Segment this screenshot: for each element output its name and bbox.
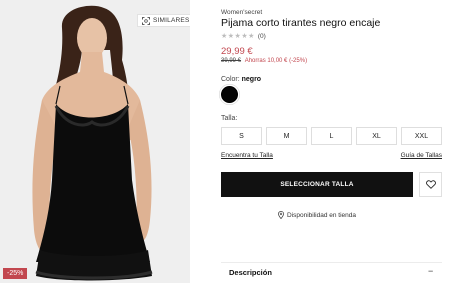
size-option-l[interactable]: L <box>311 127 352 145</box>
rating[interactable]: ★★★★★ (0) <box>221 32 266 41</box>
size-option-m[interactable]: M <box>266 127 307 145</box>
similar-button[interactable]: SIMILARES <box>137 14 190 27</box>
collapse-icon[interactable]: − <box>428 266 433 276</box>
size-option-xxl[interactable]: XXL <box>401 127 442 145</box>
color-swatch-negro[interactable] <box>221 86 238 103</box>
size-links: Encuentra tu Talla Guía de Tallas <box>221 152 442 159</box>
old-price: 39,99 € <box>221 58 242 64</box>
find-size-link[interactable]: Encuentra tu Talla <box>221 152 273 159</box>
star-rating-icon: ★★★★★ <box>221 33 255 40</box>
description-header[interactable]: Descripción <box>229 268 272 277</box>
product-title: Pijama corto tirantes negro encaje <box>221 17 381 29</box>
current-price: 29,99 € <box>221 46 253 57</box>
similar-label: SIMILARES <box>153 17 190 24</box>
wishlist-button[interactable] <box>419 172 442 197</box>
rating-count: (0) <box>257 32 266 40</box>
color-label: Color: negro <box>221 76 261 83</box>
size-guide-link[interactable]: Guía de Tallas <box>401 152 442 159</box>
discount-badge: -25% <box>3 268 28 279</box>
size-selector: S M L XL XXL <box>221 127 442 145</box>
savings-text: Ahorras 10,00 € (-25%) <box>244 58 308 64</box>
price-savings-row: 39,99 € Ahorras 10,00 € (-25%) <box>221 58 307 64</box>
scan-icon <box>142 16 150 25</box>
brand-name: Women'secret <box>221 9 263 16</box>
store-availability-link[interactable]: Disponibilidad en tienda <box>221 211 413 219</box>
product-photo <box>0 0 190 283</box>
divider <box>221 262 442 263</box>
availability-label: Disponibilidad en tienda <box>286 211 357 219</box>
location-pin-icon <box>278 211 284 219</box>
size-label: Talla: <box>221 115 238 122</box>
product-image[interactable]: SIMILARES -25% <box>0 0 190 283</box>
size-option-xl[interactable]: XL <box>356 127 397 145</box>
color-value: negro <box>241 76 262 83</box>
color-label-text: Color: <box>221 76 240 83</box>
select-size-button[interactable]: SELECCIONAR TALLA <box>221 172 413 197</box>
size-option-s[interactable]: S <box>221 127 262 145</box>
heart-icon <box>425 180 436 189</box>
